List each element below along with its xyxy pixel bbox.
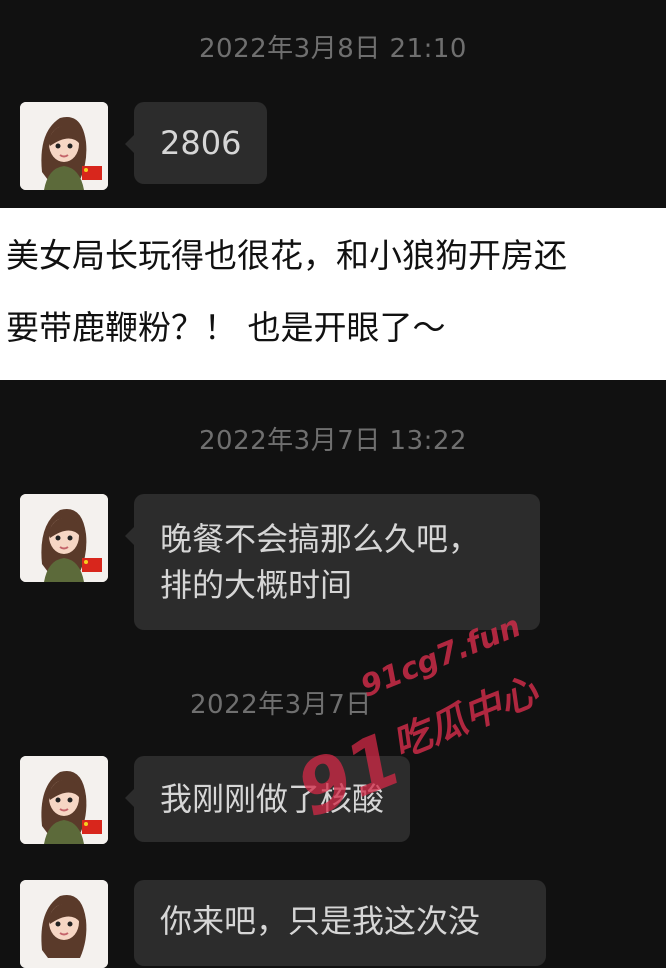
message-bubble[interactable]: 你来吧，只是我这次没 bbox=[134, 880, 546, 966]
avatar[interactable] bbox=[20, 756, 108, 844]
chat-timestamp: 2022年3月7日 bbox=[190, 690, 372, 720]
caption-overlay: 美女局长玩得也很花，和小狼狗开房还 要带鹿鞭粉？！ 也是开眼了～ bbox=[0, 208, 666, 380]
message-row: 我刚刚做了核酸 bbox=[20, 756, 411, 844]
woman-avatar-icon bbox=[20, 102, 108, 190]
avatar[interactable] bbox=[20, 494, 108, 582]
message-bubble[interactable]: 我刚刚做了核酸 bbox=[134, 756, 411, 842]
woman-avatar-icon bbox=[20, 494, 108, 582]
woman-avatar-icon bbox=[20, 880, 108, 968]
chat-timestamp: 2022年3月8日 21:10 bbox=[199, 34, 467, 64]
chat-timestamp: 2022年3月7日 13:22 bbox=[199, 426, 467, 456]
avatar[interactable] bbox=[20, 880, 108, 968]
bubble-tail bbox=[125, 526, 135, 546]
message-row: 晚餐不会搞那么久吧， 排的大概时间 bbox=[20, 494, 540, 630]
message-row: 你来吧，只是我这次没 bbox=[20, 880, 546, 968]
message-bubble[interactable]: 晚餐不会搞那么久吧， 排的大概时间 bbox=[134, 494, 540, 630]
message-bubble[interactable]: 2806 bbox=[134, 102, 268, 184]
message-row: 2806 bbox=[20, 102, 268, 190]
woman-avatar-icon bbox=[20, 756, 108, 844]
caption-line: 美女局长玩得也很花，和小狼狗开房还 bbox=[6, 236, 567, 275]
bubble-tail bbox=[125, 788, 135, 808]
caption-line: 要带鹿鞭粉？！ 也是开眼了～ bbox=[6, 308, 446, 347]
avatar[interactable] bbox=[20, 102, 108, 190]
bubble-tail bbox=[125, 134, 135, 154]
